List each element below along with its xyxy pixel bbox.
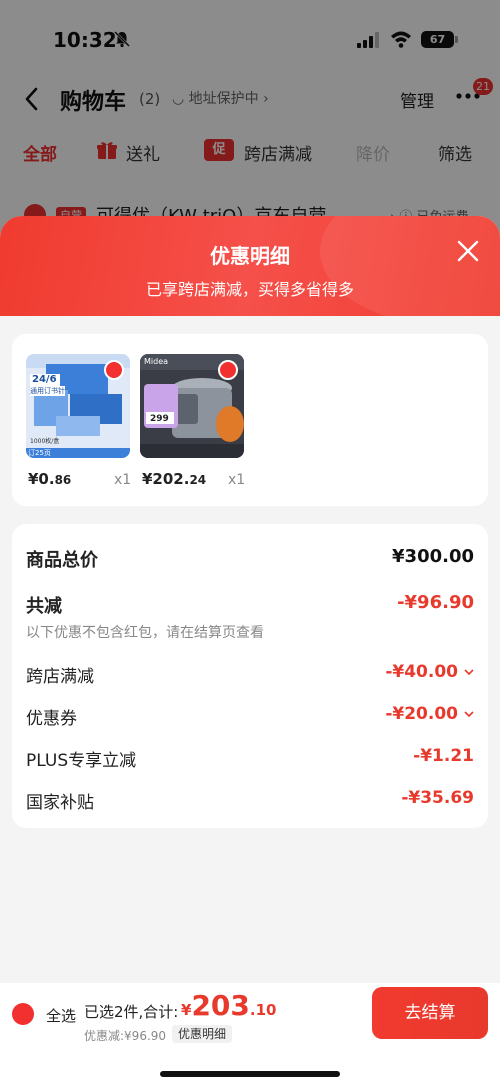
sheet-header: 优惠明细 已享跨店满减，买得多省得多: [0, 216, 500, 326]
total-amount: ¥203.10: [181, 989, 276, 1022]
product-price: ¥0.86: [28, 470, 71, 488]
discount-value: -¥35.69: [401, 788, 474, 808]
discount-value: -¥40.00: [385, 662, 458, 682]
price-integer: ¥0.: [28, 470, 55, 488]
total-value: ¥300.00: [392, 546, 474, 567]
price-decimal: 24: [189, 473, 207, 487]
total-integer: 203: [191, 989, 250, 1022]
discount-detail-card: 商品总价 ¥300.00 共减 -¥96.90 以下优惠不包含红包，请在结算页查…: [12, 524, 488, 828]
price-decimal: 86: [54, 473, 72, 487]
select-all-checkbox[interactable]: [12, 1003, 34, 1025]
price-integer: ¥202.: [142, 470, 190, 488]
discount-note: 以下优惠不包含红包，请在结算页查看: [26, 625, 264, 641]
selection-summary: 已选2件,合计:: [84, 1003, 179, 1021]
chevron-down-icon: [464, 711, 474, 718]
product-quantity: x1: [114, 472, 132, 488]
sheet-subtitle: 已享跨店满减，买得多省得多: [145, 280, 354, 299]
select-all-label[interactable]: 全选: [46, 1005, 76, 1026]
discount-label: 跨店满减: [26, 667, 94, 687]
product-quantity: x1: [228, 472, 246, 488]
reduce-label: 共减: [26, 596, 62, 617]
total-currency: ¥: [181, 1001, 192, 1019]
product-price: ¥202.24: [142, 470, 206, 488]
close-icon[interactable]: [455, 238, 481, 264]
reduce-value: -¥96.90: [397, 592, 474, 613]
discount-detail-sheet: 优惠明细 已享跨店满减，买得多省得多 24/6 通用订书针 1000枚/盒 订2…: [0, 216, 500, 1087]
discount-value-wrap: -¥40.00: [385, 662, 474, 682]
product-image-size: 24/6: [32, 374, 57, 385]
discount-value: -¥1.21: [413, 746, 474, 766]
discount-value: -¥20.00: [385, 704, 458, 724]
chevron-down-icon: [464, 669, 474, 676]
discount-label: 优惠券: [26, 709, 77, 729]
dim-overlay[interactable]: [0, 0, 500, 240]
checkout-button[interactable]: 去结算: [372, 987, 488, 1039]
discount-label: 国家补贴: [26, 793, 94, 813]
product-image-price: 299: [150, 414, 169, 424]
discount-detail-link[interactable]: 优惠明细: [172, 1025, 233, 1043]
product-image-count: 1000枚/盒: [30, 438, 60, 445]
sheet-title: 优惠明细: [210, 244, 290, 268]
product-selected-check: [218, 360, 238, 380]
product-image-badge: 订25页: [28, 449, 51, 457]
products-card: 24/6 通用订书针 1000枚/盒 订25页 ¥0.86 x1 Midea 2…: [12, 334, 488, 506]
discount-label: PLUS专享立减: [26, 751, 137, 771]
product-image-sub: 通用订书针: [30, 386, 65, 396]
header-decoration: [320, 216, 500, 326]
total-label: 商品总价: [26, 550, 98, 571]
total-decimal: .10: [249, 1001, 277, 1019]
discount-value-wrap: -¥20.00: [385, 704, 474, 724]
home-indicator: [160, 1071, 340, 1077]
product-selected-check: [104, 360, 124, 380]
checkout-bar: 全选 已选2件,合计: ¥203.10 优惠减:¥96.90 优惠明细 去结算: [0, 983, 500, 1087]
discount-summary: 优惠减:¥96.90: [84, 1029, 167, 1043]
product-image-brand: Midea: [144, 357, 169, 366]
